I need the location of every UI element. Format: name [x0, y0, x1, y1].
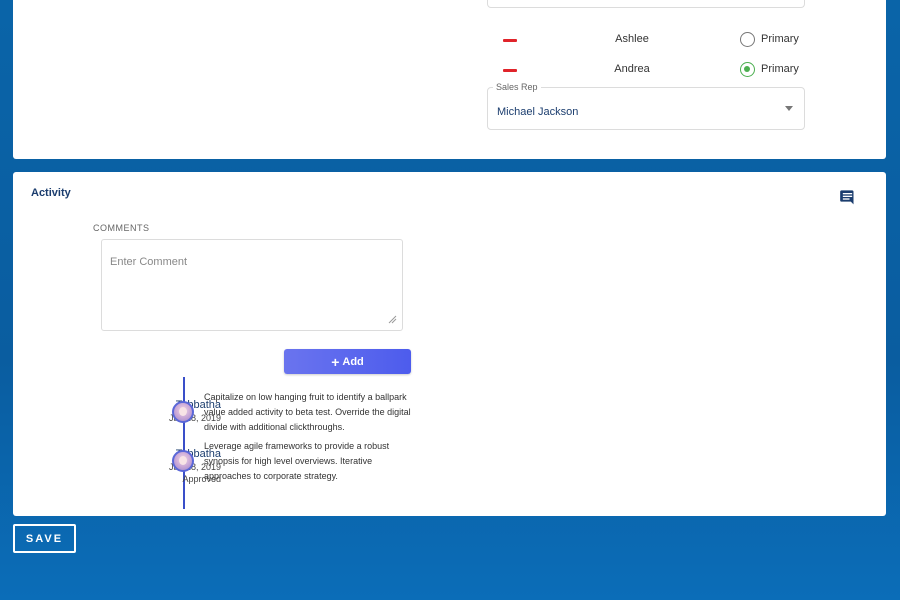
- contacts-card: Ashlee Primary Andrea Primary Sales Rep …: [13, 0, 886, 159]
- sales-rep-value: Michael Jackson: [497, 106, 579, 118]
- comments-label: COMMENTS: [93, 223, 150, 233]
- save-button[interactable]: SAVE: [13, 524, 76, 553]
- timeline-line: [183, 377, 185, 509]
- primary-radio[interactable]: [740, 62, 755, 77]
- resize-grip-icon[interactable]: [387, 314, 397, 324]
- comment-input[interactable]: [101, 239, 403, 331]
- avatar: [172, 450, 194, 472]
- comment-icon[interactable]: [839, 189, 856, 205]
- primary-radio[interactable]: [740, 32, 755, 47]
- add-comment-button[interactable]: + Add: [284, 349, 411, 374]
- entry-text: Leverage agile frameworks to provide a r…: [204, 441, 390, 481]
- activity-card: Activity COMMENTS + Add Tabbatha Jan 28,…: [13, 172, 886, 516]
- primary-label: Primary: [761, 33, 799, 45]
- entry-text: Capitalize on low hanging fruit to ident…: [204, 392, 411, 432]
- avatar: [172, 401, 194, 423]
- contact-row-andrea: Andrea Primary: [487, 59, 807, 81]
- activity-title: Activity: [31, 187, 71, 199]
- add-label: Add: [342, 355, 364, 368]
- chevron-down-icon: [785, 106, 793, 111]
- sales-rep-label: Sales Rep: [493, 82, 541, 92]
- field-above[interactable]: [487, 0, 805, 8]
- plus-icon: +: [331, 353, 340, 370]
- contact-name: Andrea: [614, 63, 650, 75]
- primary-label: Primary: [761, 63, 799, 75]
- contact-name: Ashlee: [615, 33, 649, 45]
- contact-row-ashlee: Ashlee Primary: [487, 29, 807, 51]
- sales-rep-select[interactable]: Sales Rep Michael Jackson: [487, 82, 805, 130]
